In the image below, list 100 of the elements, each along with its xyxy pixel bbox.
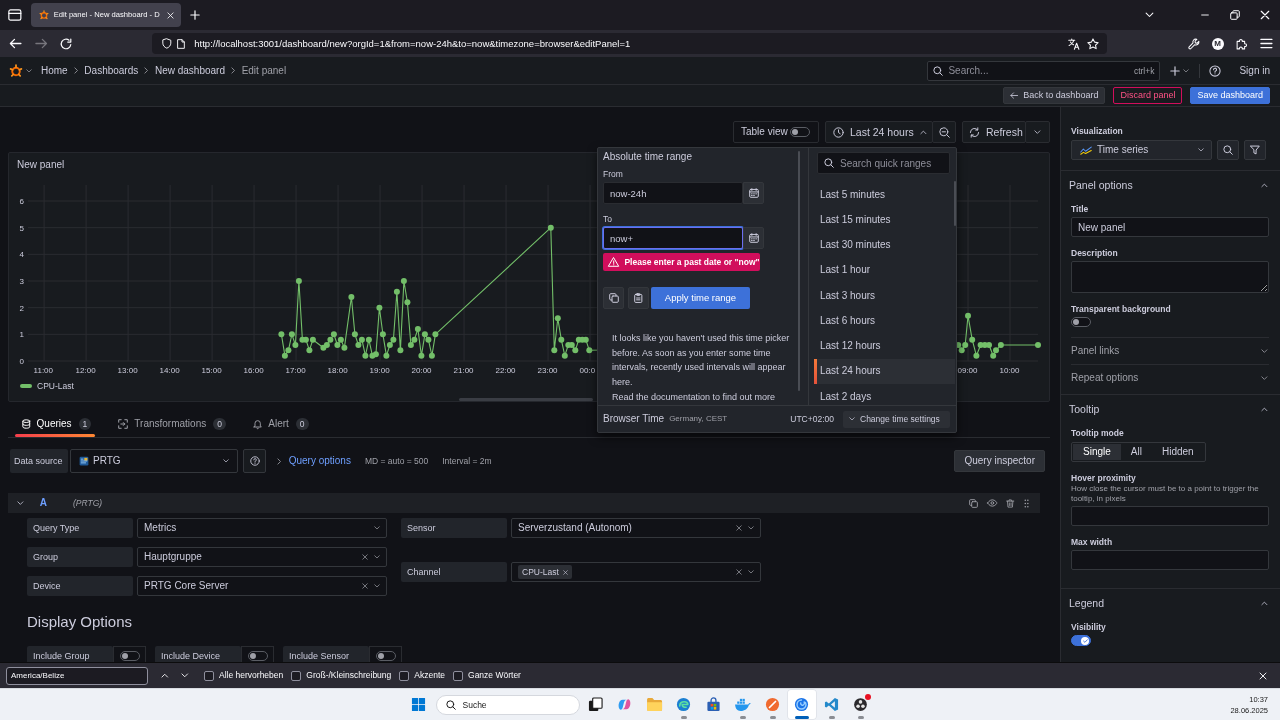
list-item[interactable]: Last 5 minutes xyxy=(814,182,955,208)
find-field[interactable]: America/Belize xyxy=(6,666,148,685)
discard-button[interactable]: Discard panel xyxy=(1113,87,1183,104)
checkbox[interactable] xyxy=(204,670,214,681)
page-icon[interactable] xyxy=(177,38,186,49)
scrollbar[interactable] xyxy=(459,398,593,401)
radio-option[interactable]: Hidden xyxy=(1151,444,1204,460)
toggle-switch[interactable] xyxy=(375,651,396,661)
chevron-down-icon[interactable] xyxy=(17,500,24,506)
change-time-settings-button[interactable]: Change time settings xyxy=(843,410,950,428)
save-button[interactable]: Save dashboard xyxy=(1190,87,1270,104)
help-icon[interactable] xyxy=(1209,64,1222,77)
address-bar[interactable]: http://localhost:3001/dashboard/new?orgId=1&from=now-24h&to=now&timezone=browser&editPanel=1 xyxy=(151,33,1107,54)
breadcrumb-link[interactable]: New dashboard xyxy=(154,64,225,77)
sign-in-link[interactable]: Sign in xyxy=(1239,64,1270,77)
checkbox[interactable] xyxy=(453,670,464,681)
documentation-link[interactable]: Read the documentation xyxy=(612,391,711,402)
reload-icon[interactable] xyxy=(59,37,72,50)
query-inspector-button[interactable]: Query inspector xyxy=(954,450,1045,472)
scrollbar[interactable] xyxy=(798,151,800,391)
checkbox-label[interactable]: Ganze Wörter xyxy=(468,670,521,681)
scrollbar[interactable] xyxy=(954,181,956,226)
restore-icon[interactable] xyxy=(1230,10,1240,20)
remove-icon[interactable] xyxy=(562,569,568,575)
calendar-button[interactable] xyxy=(743,227,764,249)
text-input[interactable]: now-24h xyxy=(603,182,743,204)
translate-icon[interactable] xyxy=(1067,37,1080,50)
checkbox[interactable] xyxy=(291,670,302,681)
copy-button[interactable] xyxy=(603,287,624,309)
select-field[interactable]: CPU-Last xyxy=(511,562,761,582)
list-item[interactable]: Last 15 minutes xyxy=(814,207,955,233)
radio-option[interactable]: Single xyxy=(1073,444,1121,460)
list-item[interactable]: Last 24 hours xyxy=(814,358,955,384)
select-field[interactable]: Hauptgruppe xyxy=(137,547,387,567)
section-header[interactable]: Legend xyxy=(1061,589,1280,618)
profile-badge[interactable]: M xyxy=(1211,37,1224,50)
swirl-logo-icon[interactable] xyxy=(9,63,23,78)
toggle-switch[interactable] xyxy=(1071,635,1091,646)
list-item[interactable]: Last 3 hours xyxy=(814,283,955,309)
apply-button[interactable]: Apply time range xyxy=(651,287,750,309)
caret-icon[interactable] xyxy=(26,68,32,73)
checkbox[interactable] xyxy=(399,670,410,681)
legend-label[interactable]: CPU-Last xyxy=(37,380,74,392)
search-field[interactable]: Search quick ranges xyxy=(817,152,950,174)
tab-list-icon[interactable] xyxy=(8,9,22,21)
caret-icon[interactable] xyxy=(1183,68,1190,73)
select-field[interactable]: Metrics xyxy=(137,518,387,538)
puzzle-icon[interactable] xyxy=(1235,37,1248,50)
text-input[interactable] xyxy=(1071,506,1269,526)
query-ref-label[interactable]: A xyxy=(39,497,47,509)
four-squares-icon[interactable] xyxy=(411,697,427,712)
subsection-header[interactable]: Repeat options xyxy=(1071,364,1269,391)
zoom-out-button[interactable] xyxy=(932,121,956,143)
close-icon[interactable] xyxy=(1259,671,1267,680)
text-input[interactable]: New panel xyxy=(1071,217,1269,237)
star-icon[interactable] xyxy=(1086,37,1099,50)
text-input[interactable] xyxy=(1071,550,1269,570)
toggle-switch[interactable] xyxy=(119,651,140,661)
back-button[interactable]: Back to dashboard xyxy=(1003,87,1106,104)
taskbar-button[interactable] xyxy=(787,689,817,720)
breadcrumb-link[interactable]: Home xyxy=(41,64,68,77)
checkbox-label[interactable]: Groß-/Kleinschreibung xyxy=(306,670,392,681)
drag-handle-icon[interactable] xyxy=(1023,498,1029,508)
search-button[interactable] xyxy=(1217,140,1239,160)
select-field[interactable]: Serverzustand (Autonom) xyxy=(511,518,761,538)
textarea-field[interactable] xyxy=(1071,261,1269,293)
back-arrow-icon[interactable] xyxy=(9,38,22,49)
tab[interactable]: Transformations 0 xyxy=(111,410,230,437)
checkbox-label[interactable]: Alle hervorheben xyxy=(219,670,284,681)
shield-icon[interactable] xyxy=(161,38,172,49)
data-source-select[interactable]: PRTG xyxy=(70,449,238,473)
chevron-up-icon[interactable] xyxy=(161,673,169,678)
close-icon[interactable] xyxy=(1260,10,1270,20)
copy-icon[interactable] xyxy=(968,498,978,508)
chevron-right-icon[interactable] xyxy=(277,457,282,465)
breadcrumb-link[interactable]: Edit panel xyxy=(241,64,287,77)
list-item[interactable]: Last 6 hours xyxy=(814,308,955,334)
toggle-switch[interactable] xyxy=(790,127,810,137)
close-icon[interactable] xyxy=(166,11,174,19)
filter-button[interactable] xyxy=(1244,140,1266,160)
list-item[interactable]: Last 30 minutes xyxy=(814,232,955,258)
clear-icon[interactable] xyxy=(736,525,742,531)
menu-icon[interactable] xyxy=(1259,38,1273,49)
section-header[interactable]: Panel options xyxy=(1061,171,1280,200)
clear-icon[interactable] xyxy=(362,554,368,560)
clear-icon[interactable] xyxy=(736,569,742,575)
tag-chip[interactable]: CPU-Last xyxy=(518,565,572,579)
eye-icon[interactable] xyxy=(986,499,998,507)
subsection-header[interactable]: Panel links xyxy=(1071,337,1269,364)
toggle-switch[interactable] xyxy=(1071,317,1091,327)
select-field[interactable]: PRTG Core Server xyxy=(137,576,387,596)
list-item[interactable]: Last 2 days xyxy=(814,384,955,405)
paste-button[interactable] xyxy=(628,287,649,309)
list-item[interactable]: Last 1 hour xyxy=(814,257,955,283)
help-button[interactable] xyxy=(243,449,266,473)
section-header[interactable]: Tooltip xyxy=(1061,395,1280,424)
tab[interactable]: Queries 1 xyxy=(15,410,96,437)
list-item[interactable]: Last 12 hours xyxy=(814,333,955,359)
calendar-button[interactable] xyxy=(743,182,764,204)
trash-icon[interactable] xyxy=(1006,498,1015,508)
